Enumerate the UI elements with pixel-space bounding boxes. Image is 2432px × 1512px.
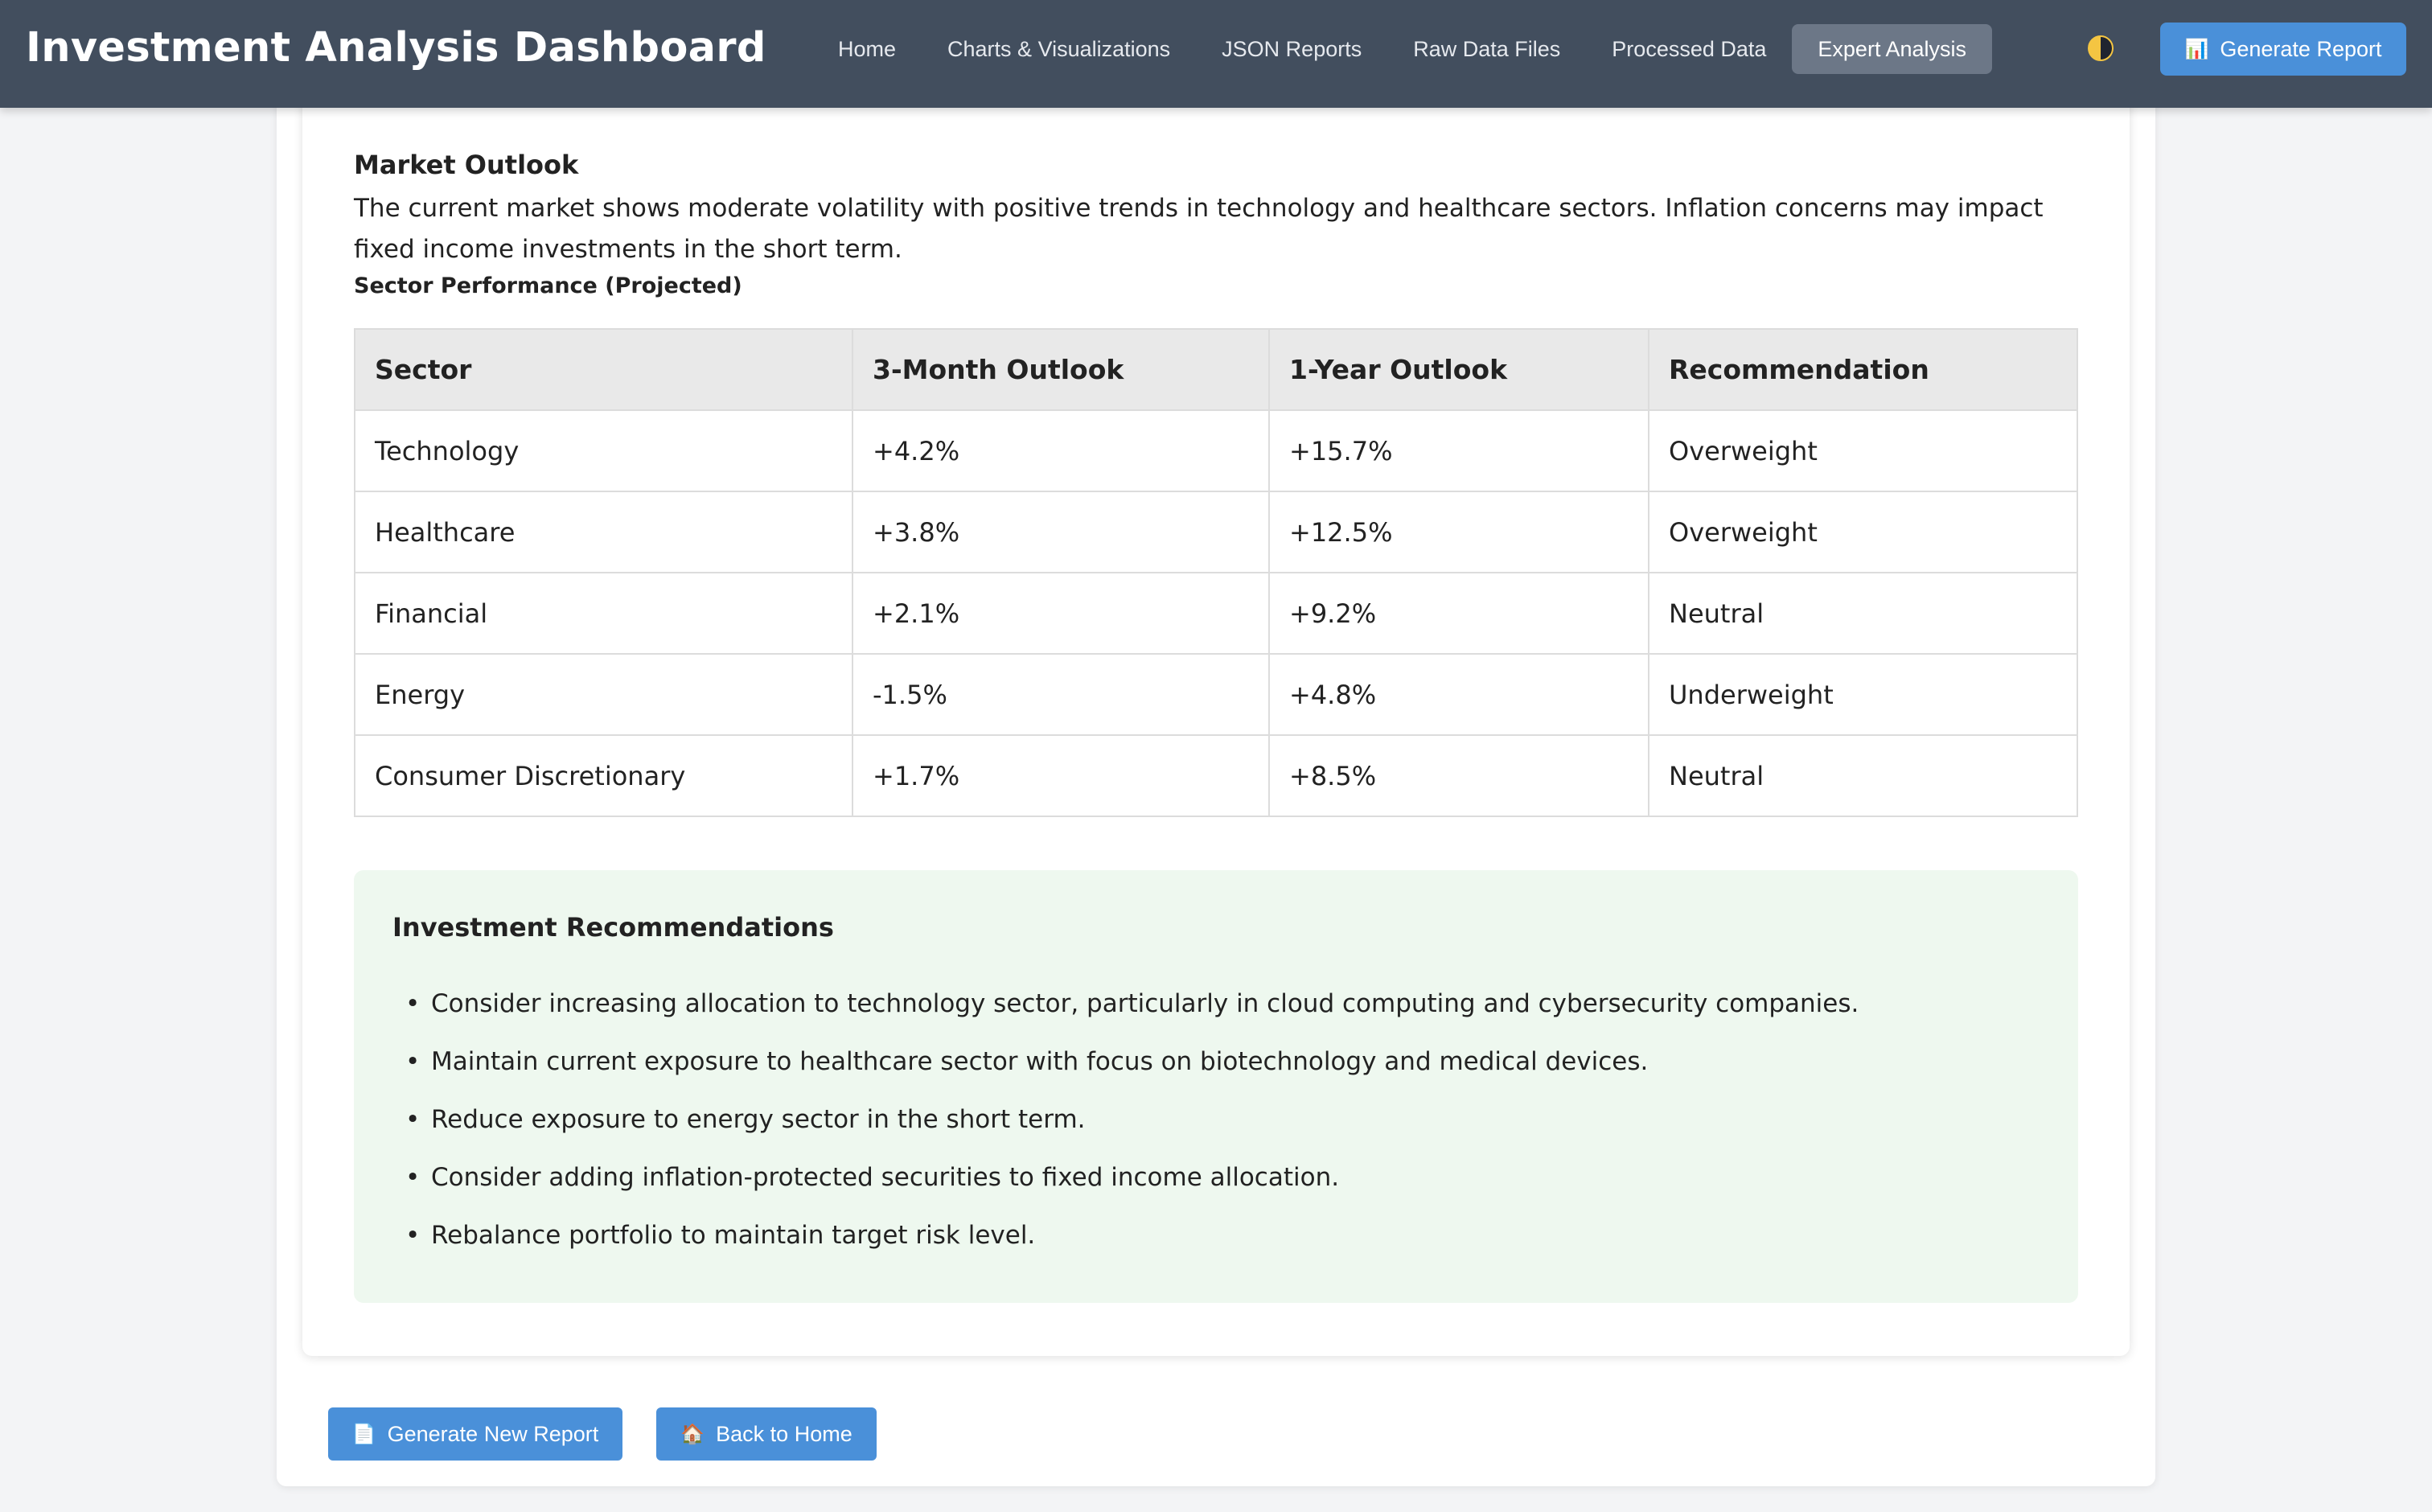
cell-recommendation: Overweight (1648, 409, 2078, 492)
cell-sector: Healthcare (354, 491, 853, 573)
chart-icon: 📊 (2184, 38, 2209, 60)
cell-recommendation: Overweight (1648, 491, 2078, 573)
recommendations-panel: Investment Recommendations • Consider inc… (354, 870, 2078, 1303)
list-item: • Maintain current exposure to healthcare… (392, 1033, 1859, 1091)
bullet-icon: • (405, 1047, 421, 1076)
cell-1-year: +12.5% (1268, 491, 1649, 573)
cell-sector: Energy (354, 653, 853, 736)
bullet-icon: • (405, 989, 421, 1018)
market-outlook-title: Market Outlook (354, 150, 579, 180)
cell-3-month: +3.8% (852, 491, 1270, 573)
generate-report-button[interactable]: 📊 Generate Report (2160, 23, 2406, 76)
table-row: Technology +4.2% +15.7% Overweight (354, 409, 2078, 492)
cell-sector: Financial (354, 572, 853, 655)
recommendation-text: Rebalance portfolio to maintain target r… (431, 1221, 1036, 1250)
table-row: Energy -1.5% +4.8% Underweight (354, 653, 2078, 736)
sector-performance-table: Sector 3-Month Outlook 1-Year Outlook Re… (354, 328, 2078, 817)
nav-raw-data[interactable]: Raw Data Files (1387, 24, 1586, 74)
cell-1-year: +4.8% (1268, 653, 1649, 736)
table-row: Consumer Discretionary +1.7% +8.5% Neutr… (354, 734, 2078, 817)
cell-3-month: +4.2% (852, 409, 1270, 492)
bullet-icon: • (405, 1221, 421, 1250)
home-icon: 🏠 (680, 1423, 705, 1445)
recommendation-text: Consider increasing allocation to techno… (431, 989, 1859, 1018)
cell-recommendation: Underweight (1648, 653, 2078, 736)
back-to-home-button[interactable]: 🏠 Back to Home (656, 1407, 877, 1461)
list-item: • Consider increasing allocation to techn… (392, 975, 1859, 1033)
cell-1-year: +9.2% (1268, 572, 1649, 655)
cell-1-year: +15.7% (1268, 409, 1649, 492)
table-header-row: Sector 3-Month Outlook 1-Year Outlook Re… (354, 328, 2078, 411)
cell-recommendation: Neutral (1648, 572, 2078, 655)
market-outlook-text: The current market shows moderate volati… (354, 194, 2044, 264)
nav-processed-data[interactable]: Processed Data (1586, 24, 1792, 74)
nav-json-reports[interactable]: JSON Reports (1196, 24, 1387, 74)
document-icon: 📄 (351, 1423, 376, 1445)
list-item: • Reduce exposure to energy sector in the… (392, 1091, 1859, 1148)
recommendation-text: Consider adding inflation-protected secu… (431, 1163, 1340, 1192)
generate-new-report-label: Generate New Report (387, 1421, 599, 1446)
cell-sector: Consumer Discretionary (354, 734, 853, 817)
nav-expert-analysis[interactable]: Expert Analysis (1792, 24, 1992, 74)
cell-3-month: +2.1% (852, 572, 1270, 655)
top-header: Investment Analysis Dashboard Home Chart… (0, 0, 2432, 108)
list-item: • Rebalance portfolio to maintain target … (392, 1206, 1859, 1264)
cell-sector: Technology (354, 409, 853, 492)
cell-3-month: -1.5% (852, 653, 1270, 736)
recommendations-list: • Consider increasing allocation to techn… (392, 975, 1859, 1264)
generate-new-report-button[interactable]: 📄 Generate New Report (328, 1407, 622, 1461)
bullet-icon: • (405, 1163, 421, 1192)
header-3-month: 3-Month Outlook (852, 328, 1270, 411)
recommendation-text: Reduce exposure to energy sector in the … (431, 1105, 1086, 1134)
table-row: Financial +2.1% +9.2% Neutral (354, 572, 2078, 655)
main-nav: Home Charts & Visualizations JSON Report… (812, 24, 1992, 74)
header-sector: Sector (354, 328, 853, 411)
nav-home[interactable]: Home (812, 24, 922, 74)
recommendations-title: Investment Recommendations (392, 912, 834, 943)
cell-recommendation: Neutral (1648, 734, 2078, 817)
app-title: Investment Analysis Dashboard (26, 24, 766, 72)
recommendation-text: Maintain current exposure to healthcare … (431, 1047, 1649, 1076)
cell-3-month: +1.7% (852, 734, 1270, 817)
generate-report-label: Generate Report (2220, 36, 2382, 61)
header-recommendation: Recommendation (1648, 328, 2078, 411)
cell-1-year: +8.5% (1268, 734, 1649, 817)
sector-table-caption: Sector Performance (Projected) (354, 273, 742, 298)
list-item: • Consider adding inflation-protected sec… (392, 1148, 1859, 1206)
back-to-home-label: Back to Home (716, 1421, 852, 1446)
table-row: Healthcare +3.8% +12.5% Overweight (354, 491, 2078, 573)
theme-toggle-icon[interactable] (2088, 35, 2114, 61)
nav-charts[interactable]: Charts & Visualizations (922, 24, 1196, 74)
header-1-year: 1-Year Outlook (1268, 328, 1649, 411)
bullet-icon: • (405, 1105, 421, 1134)
